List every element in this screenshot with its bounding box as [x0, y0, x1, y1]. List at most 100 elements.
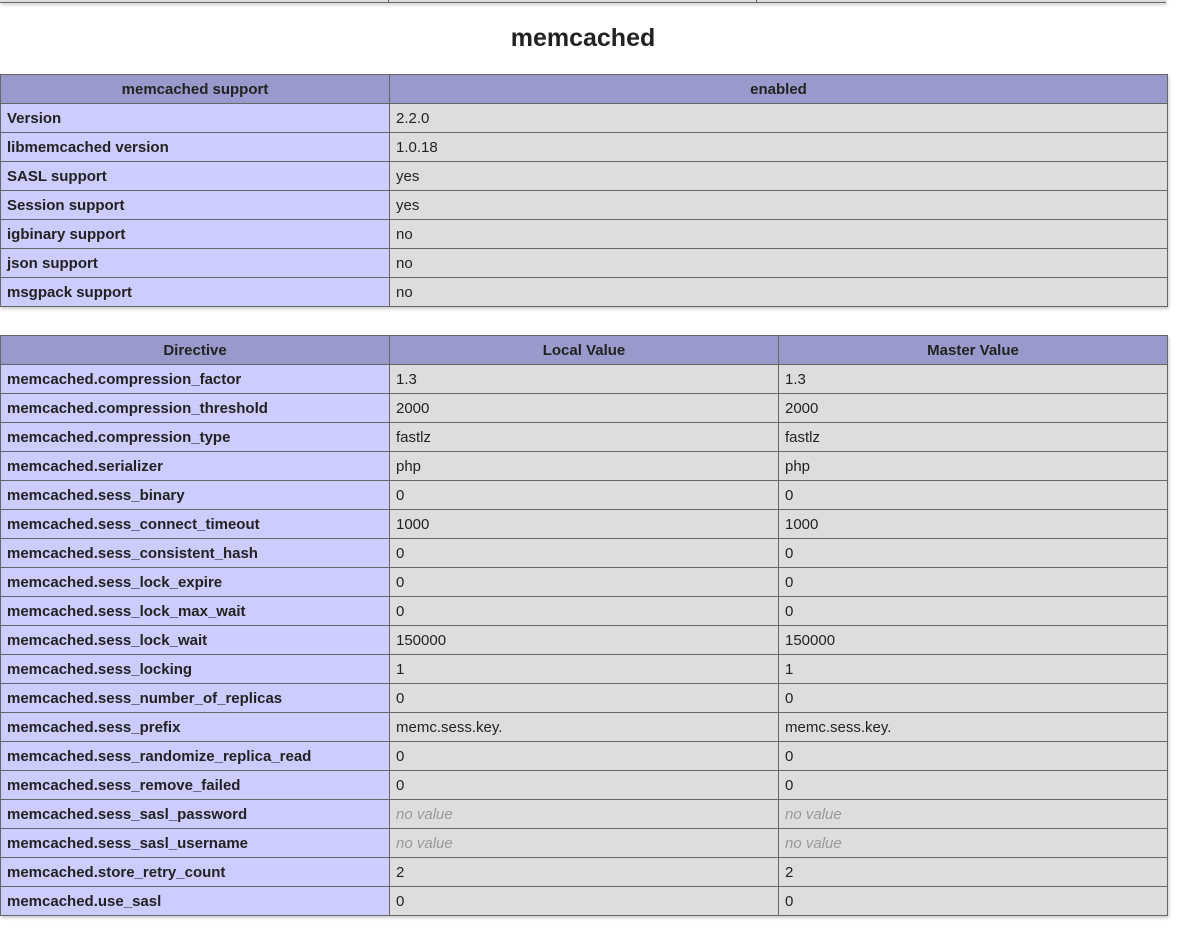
directive-name-cell: memcached.store_retry_count [0, 857, 390, 887]
support-name-cell: igbinary support [0, 219, 390, 249]
support-name-cell: SASL support [0, 161, 390, 191]
master-value-cell: 0 [778, 683, 1168, 713]
table-row: memcached.sess_remove_failed 0 0 [0, 770, 1168, 800]
table-row: memcached.use_sasl 0 0 [0, 886, 1168, 916]
directive-name-cell: memcached.sess_sasl_password [0, 799, 390, 829]
local-value-cell: no value [389, 799, 779, 829]
table-row: memcached.compression_factor 1.3 1.3 [0, 364, 1168, 394]
directive-name-cell: memcached.sess_lock_expire [0, 567, 390, 597]
directive-name-cell: memcached.sess_randomize_replica_read [0, 741, 390, 771]
table-row: Version 2.2.0 [0, 103, 1168, 133]
local-value-cell: 0 [389, 770, 779, 800]
directive-name-cell: memcached.compression_threshold [0, 393, 390, 423]
table-row: memcached.sess_randomize_replica_read 0 0 [0, 741, 1168, 771]
master-value-cell: php [778, 451, 1168, 481]
table-row: memcached.sess_lock_expire 0 0 [0, 567, 1168, 597]
directive-name-cell: memcached.sess_binary [0, 480, 390, 510]
support-value-cell: no [389, 219, 1168, 249]
table-row: memcached.serializer php php [0, 451, 1168, 481]
support-header-row: memcached support enabled [0, 74, 1168, 104]
support-value-cell: 1.0.18 [389, 132, 1168, 162]
master-value-cell: 1000 [778, 509, 1168, 539]
master-value-cell: no value [778, 828, 1168, 858]
local-value-cell: no value [389, 828, 779, 858]
support-header-value: enabled [389, 74, 1168, 104]
support-value-cell: yes [389, 161, 1168, 191]
master-value-cell: 2000 [778, 393, 1168, 423]
support-value-cell: no [389, 277, 1168, 307]
table-row: memcached.sess_lock_max_wait 0 0 [0, 596, 1168, 626]
phpinfo-page: memcached memcached support enabled Vers… [0, 0, 1184, 937]
support-table: memcached support enabled Version 2.2.0 li… [0, 74, 1168, 307]
master-value-cell: 0 [778, 480, 1168, 510]
support-value-cell: 2.2.0 [389, 103, 1168, 133]
table-row: libmemcached version 1.0.18 [0, 132, 1168, 162]
local-value-cell: 2 [389, 857, 779, 887]
master-value-cell: 0 [778, 567, 1168, 597]
support-value-cell: yes [389, 190, 1168, 220]
directive-table: Directive Local Value Master Value memca… [0, 335, 1168, 916]
table-row: memcached.sess_lock_wait 150000 150000 [0, 625, 1168, 655]
directive-name-cell: memcached.sess_consistent_hash [0, 538, 390, 568]
local-value-cell: fastlz [389, 422, 779, 452]
support-name-cell: libmemcached version [0, 132, 390, 162]
support-value-cell: no [389, 248, 1168, 278]
local-value-cell: 1.3 [389, 364, 779, 394]
master-value-cell: memc.sess.key. [778, 712, 1168, 742]
table-row: memcached.sess_number_of_replicas 0 0 [0, 683, 1168, 713]
master-value-cell: 1.3 [778, 364, 1168, 394]
table-row: memcached.sess_prefix memc.sess.key. memc.… [0, 712, 1168, 742]
support-name-cell: Version [0, 103, 390, 133]
local-value-cell: 1000 [389, 509, 779, 539]
directive-name-cell: memcached.sess_prefix [0, 712, 390, 742]
master-value-cell: 2 [778, 857, 1168, 887]
local-value-cell: 0 [389, 567, 779, 597]
local-value-cell: 0 [389, 480, 779, 510]
table-row: memcached.sess_locking 1 1 [0, 654, 1168, 684]
master-value-cell: 0 [778, 770, 1168, 800]
table-row: igbinary support no [0, 219, 1168, 249]
directive-header-local: Local Value [389, 335, 779, 365]
directive-name-cell: memcached.sess_sasl_username [0, 828, 390, 858]
master-value-cell: 0 [778, 886, 1168, 916]
support-name-cell: json support [0, 248, 390, 278]
local-value-cell: memc.sess.key. [389, 712, 779, 742]
directive-header-row: Directive Local Value Master Value [0, 335, 1168, 365]
directive-header-directive: Directive [0, 335, 390, 365]
master-value-cell: 0 [778, 596, 1168, 626]
directive-name-cell: memcached.sess_number_of_replicas [0, 683, 390, 713]
table-row: memcached.compression_type fastlz fastlz [0, 422, 1168, 452]
local-value-cell: 1 [389, 654, 779, 684]
directive-name-cell: memcached.compression_type [0, 422, 390, 452]
directive-name-cell: memcached.sess_remove_failed [0, 770, 390, 800]
table-row: json support no [0, 248, 1168, 278]
directive-name-cell: memcached.sess_lock_wait [0, 625, 390, 655]
table-row: memcached.sess_binary 0 0 [0, 480, 1168, 510]
directive-name-cell: memcached.serializer [0, 451, 390, 481]
local-value-cell: 0 [389, 886, 779, 916]
local-value-cell: php [389, 451, 779, 481]
directive-name-cell: memcached.sess_connect_timeout [0, 509, 390, 539]
previous-table-edge [0, 0, 1166, 3]
directive-header-master: Master Value [778, 335, 1168, 365]
master-value-cell: 0 [778, 741, 1168, 771]
local-value-cell: 150000 [389, 625, 779, 655]
local-value-cell: 0 [389, 683, 779, 713]
support-header-name: memcached support [0, 74, 390, 104]
directive-name-cell: memcached.use_sasl [0, 886, 390, 916]
master-value-cell: 150000 [778, 625, 1168, 655]
local-value-cell: 2000 [389, 393, 779, 423]
local-value-cell: 0 [389, 538, 779, 568]
directive-name-cell: memcached.sess_lock_max_wait [0, 596, 390, 626]
table-row: memcached.sess_connect_timeout 1000 1000 [0, 509, 1168, 539]
master-value-cell: 1 [778, 654, 1168, 684]
table-row: memcached.store_retry_count 2 2 [0, 857, 1168, 887]
table-row: memcached.sess_sasl_password no value no v… [0, 799, 1168, 829]
table-row: Session support yes [0, 190, 1168, 220]
table-row: memcached.sess_consistent_hash 0 0 [0, 538, 1168, 568]
support-name-cell: msgpack support [0, 277, 390, 307]
directive-name-cell: memcached.compression_factor [0, 364, 390, 394]
table-row: memcached.sess_sasl_username no value no v… [0, 828, 1168, 858]
table-row: memcached.compression_threshold 2000 2000 [0, 393, 1168, 423]
section-title: memcached [510, 24, 656, 52]
